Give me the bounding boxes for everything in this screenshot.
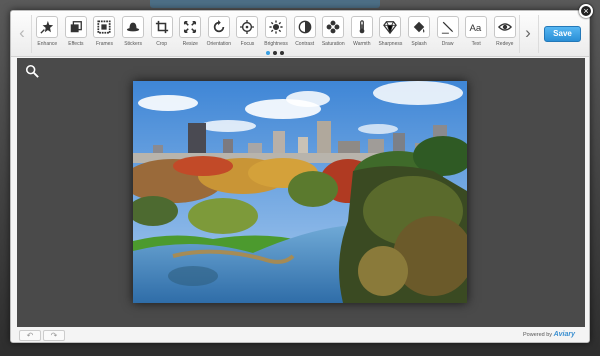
tool-label: Effects — [68, 41, 84, 47]
save-button[interactable]: Save — [544, 26, 581, 42]
close-icon[interactable]: × — [579, 4, 593, 18]
sun-icon — [265, 16, 288, 38]
tool-brightness[interactable]: Brightness — [262, 16, 291, 56]
aviary-logo[interactable]: Aviary — [554, 331, 575, 338]
editor-modal: ‹ Enhance Effects Frames Stickers Crop R… — [10, 10, 590, 343]
tool-label: Resize — [182, 41, 198, 47]
tool-effects[interactable]: Effects — [62, 16, 91, 56]
tool-label: Splash — [411, 41, 427, 47]
page-dot-1[interactable] — [266, 51, 270, 55]
tool-label: Orientation — [206, 41, 232, 47]
tool-label: Redeye — [496, 41, 514, 47]
hat-icon — [122, 16, 145, 38]
powered-by-text: Powered by — [523, 332, 553, 338]
effects-icon — [64, 16, 87, 38]
page-dot-3[interactable] — [280, 51, 284, 55]
resize-arrows-icon — [179, 16, 202, 38]
park-skyline-photo — [133, 81, 467, 303]
tool-label: Warmth — [353, 41, 371, 47]
tool-label: Brightness — [264, 41, 288, 47]
tool-frames[interactable]: Frames — [90, 16, 119, 56]
next-tools-arrow-icon[interactable]: › — [522, 24, 534, 41]
edited-photo[interactable] — [133, 81, 467, 303]
tool-label: Frames — [96, 41, 113, 47]
tool-label: Draw — [441, 41, 454, 47]
undo-icon[interactable]: ↶ — [19, 330, 41, 341]
rotate-icon — [207, 16, 230, 38]
tool-stickers[interactable]: Stickers — [119, 16, 148, 56]
diamond-icon — [379, 16, 402, 38]
tool-draw[interactable]: Draw — [433, 16, 462, 56]
tool-enhance[interactable]: Enhance — [33, 16, 62, 56]
redo-icon[interactable]: ↷ — [43, 330, 65, 341]
tool-saturation[interactable]: Saturation — [319, 16, 348, 56]
tool-redeye[interactable]: Redeye — [491, 16, 520, 56]
crop-icon — [150, 16, 173, 38]
tool-focus[interactable]: Focus — [233, 16, 262, 56]
tool-crop[interactable]: Crop — [147, 16, 176, 56]
tool-resize[interactable]: Resize — [176, 16, 205, 56]
frame-icon — [93, 16, 116, 38]
tool-label: Contrast — [295, 41, 315, 47]
eye-icon — [493, 16, 516, 38]
tool-splash[interactable]: Splash — [405, 16, 434, 56]
toolbar-divider — [31, 15, 32, 53]
tool-orientation[interactable]: Orientation — [205, 16, 234, 56]
tool-sharpness[interactable]: Sharpness — [376, 16, 405, 56]
tool-label: Sharpness — [378, 41, 403, 47]
tool-contrast[interactable]: Contrast — [290, 16, 319, 56]
editor-footer: ↶ ↷ Powered by Aviary — [11, 327, 589, 342]
star-wand-icon — [36, 16, 59, 38]
thermometer-icon — [350, 16, 373, 38]
tool-label: Stickers — [124, 41, 142, 47]
powered-by: Powered by Aviary — [523, 331, 575, 338]
pencil-icon — [436, 16, 459, 38]
tool-label: Saturation — [321, 41, 345, 47]
page-dot-2[interactable] — [273, 51, 277, 55]
tool-label: Text — [471, 41, 481, 47]
zoom-magnifier-icon[interactable] — [25, 64, 39, 78]
focus-target-icon — [236, 16, 259, 38]
tool-label: Enhance — [37, 41, 58, 47]
tool-page-dots — [266, 51, 284, 55]
tool-label: Crop — [156, 41, 168, 47]
prev-tools-arrow-icon[interactable]: ‹ — [16, 24, 28, 41]
toolbar-divider — [519, 15, 520, 53]
toolbar-divider — [538, 15, 539, 53]
image-canvas — [17, 58, 585, 327]
toolbar: ‹ Enhance Effects Frames Stickers Crop R… — [11, 11, 589, 57]
flower-icon — [322, 16, 345, 38]
text-icon: Aa — [465, 16, 488, 38]
svg-text:Aa: Aa — [470, 23, 482, 34]
contrast-icon — [293, 16, 316, 38]
tool-label: Focus — [240, 41, 255, 47]
tool-list: Enhance Effects Frames Stickers Crop Res… — [33, 16, 519, 56]
tool-warmth[interactable]: Warmth — [348, 16, 377, 56]
paint-bucket-icon — [408, 16, 431, 38]
top-strip — [150, 0, 380, 8]
tool-text[interactable]: Aa Text — [462, 16, 491, 56]
